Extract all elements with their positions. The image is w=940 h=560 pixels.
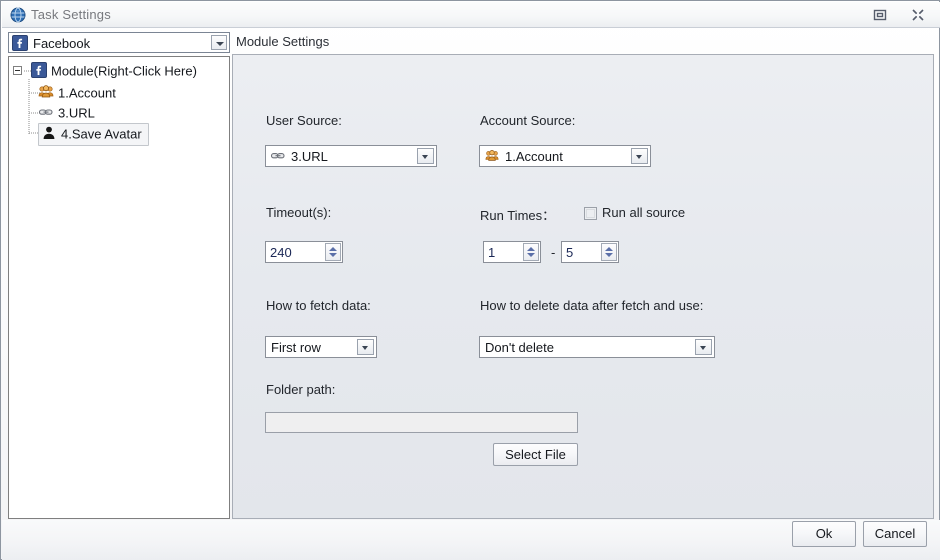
run-times-min-stepper-buttons[interactable] <box>523 243 539 261</box>
chevron-down-icon[interactable] <box>211 35 227 50</box>
users-group-icon <box>38 84 54 100</box>
module-settings-header: Module Settings <box>236 34 330 49</box>
tree-item-selected-highlight: 4.Save Avatar <box>38 123 149 146</box>
account-source-label: Account Source: <box>480 113 576 128</box>
module-select-value: Facebook <box>33 36 91 51</box>
folder-path-input[interactable] <box>265 412 578 433</box>
tree-expander-module[interactable] <box>13 66 22 75</box>
tree-item-url[interactable]: 3.URL <box>38 103 95 123</box>
task-settings-window: Task Settings Facebook Module(Right-Clic… <box>0 0 940 560</box>
facebook-icon <box>12 35 28 51</box>
settings-form: User Source: Account Source: 3.URL 1.Acc… <box>232 54 934 519</box>
restore-window-button[interactable] <box>870 6 890 24</box>
account-source-select[interactable]: 1.Account <box>479 145 651 167</box>
globe-icon <box>10 7 26 23</box>
run-times-max-stepper[interactable]: 5 <box>561 241 619 263</box>
run-times-range-separator: - <box>551 245 556 260</box>
run-times-max-value: 5 <box>566 245 574 260</box>
module-select[interactable]: Facebook <box>8 32 230 53</box>
user-source-select[interactable]: 3.URL <box>265 145 437 167</box>
tree-item-save-avatar-label: 4.Save Avatar <box>61 126 142 142</box>
user-source-label: User Source: <box>266 113 342 128</box>
timeout-label: Timeout(s): <box>266 205 332 220</box>
person-icon <box>41 125 57 141</box>
sidebar: Facebook Module(Right-Click Here) 1.Acco… <box>8 32 230 519</box>
tree-item-module-label: Module(Right-Click Here) <box>51 63 197 79</box>
window-title: Task Settings <box>31 7 111 22</box>
folder-path-label: Folder path: <box>266 382 336 397</box>
main-panel: Module Settings User Source: Account Sou… <box>232 32 934 519</box>
ok-button[interactable]: Ok <box>792 521 856 547</box>
module-tree[interactable]: Module(Right-Click Here) 1.Account 3.URL… <box>8 56 230 519</box>
run-times-min-stepper[interactable]: 1 <box>483 241 541 263</box>
select-file-button[interactable]: Select File <box>493 443 578 466</box>
tree-item-account-label: 1.Account <box>58 85 116 101</box>
fetch-data-value: First row <box>271 340 321 355</box>
close-window-button[interactable] <box>908 6 928 24</box>
run-times-min-value: 1 <box>488 245 496 260</box>
delete-data-value: Don't delete <box>485 340 554 355</box>
run-times-label: Run Times： <box>480 208 556 223</box>
chevron-down-icon[interactable] <box>631 148 648 164</box>
chevron-down-icon[interactable] <box>357 339 374 355</box>
cancel-button[interactable]: Cancel <box>863 521 927 547</box>
tree-item-url-label: 3.URL <box>58 105 95 121</box>
run-times-max-stepper-buttons[interactable] <box>601 243 617 261</box>
users-group-icon <box>484 149 500 163</box>
run-all-source-label: Run all source <box>602 205 686 220</box>
timeout-value: 240 <box>270 245 292 260</box>
title-bar: Task Settings <box>2 2 940 28</box>
delete-data-select[interactable]: Don't delete <box>479 336 715 358</box>
account-source-value: 1.Account <box>505 149 563 164</box>
fetch-data-select[interactable]: First row <box>265 336 377 358</box>
fetch-data-label: How to fetch data: <box>266 298 371 313</box>
link-chain-icon <box>38 104 54 120</box>
user-source-value: 3.URL <box>291 149 328 164</box>
timeout-stepper-buttons[interactable] <box>325 243 341 261</box>
chevron-down-icon[interactable] <box>417 148 434 164</box>
tree-item-save-avatar[interactable]: 4.Save Avatar <box>38 123 149 146</box>
tree-item-module[interactable]: Module(Right-Click Here) <box>31 61 197 81</box>
tree-item-account[interactable]: 1.Account <box>38 83 116 103</box>
chevron-down-icon[interactable] <box>695 339 712 355</box>
delete-data-label: How to delete data after fetch and use: <box>480 298 704 313</box>
timeout-stepper[interactable]: 240 <box>265 241 343 263</box>
run-all-source-checkbox[interactable] <box>584 207 597 220</box>
link-chain-icon <box>270 149 286 163</box>
facebook-icon <box>31 62 47 78</box>
